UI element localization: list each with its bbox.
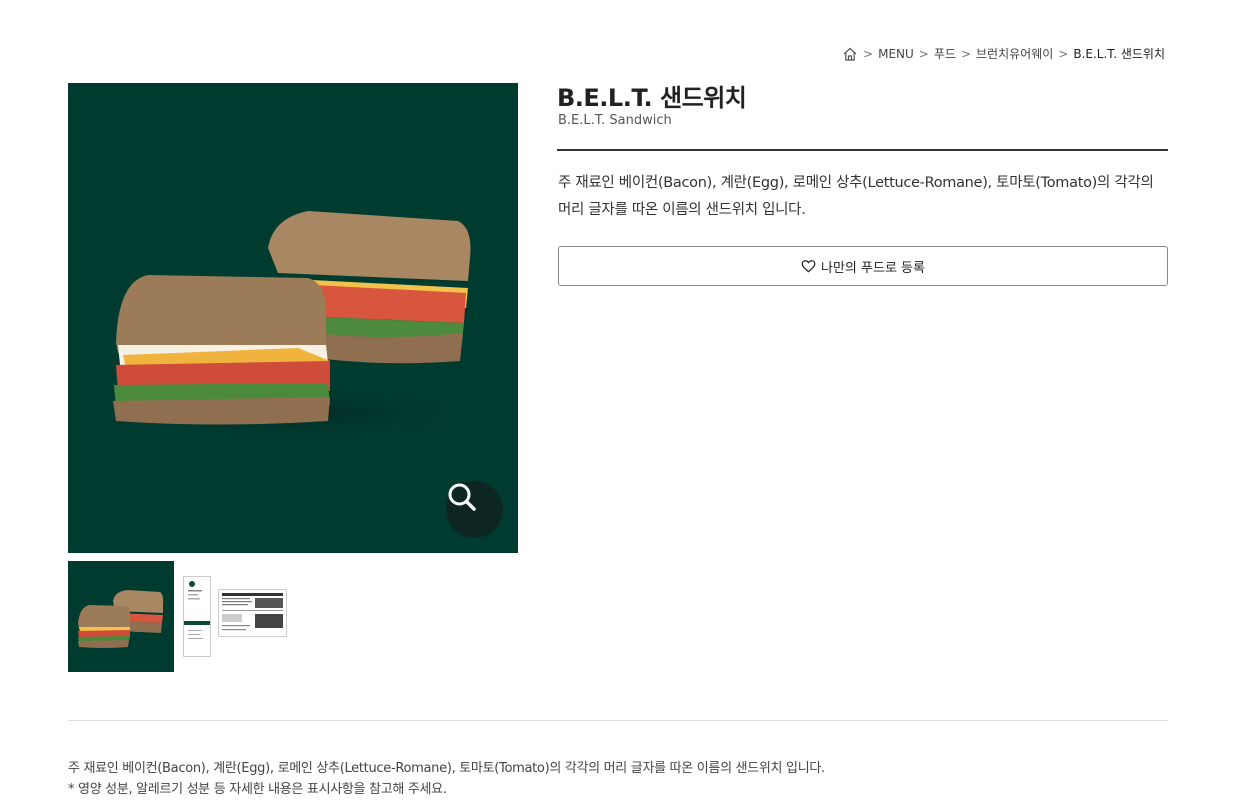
- thumbnail-nutrition-label[interactable]: [218, 589, 287, 637]
- home-icon[interactable]: [842, 46, 858, 62]
- breadcrumb-menu[interactable]: MENU: [878, 47, 914, 61]
- thumbnail-product-photo[interactable]: [68, 561, 174, 672]
- label-thumbnail-image: [184, 581, 210, 639]
- breadcrumb-separator-icon: >: [863, 46, 874, 61]
- title-divider: [557, 149, 1168, 151]
- zoom-button[interactable]: [446, 481, 503, 538]
- breadcrumb-current: B.E.L.T. 샌드위치: [1073, 47, 1165, 61]
- breadcrumb-food[interactable]: 푸드: [934, 45, 956, 62]
- breadcrumb-separator-icon: >: [918, 46, 929, 61]
- product-main-image: [68, 83, 518, 553]
- add-to-my-food-label: 나만의 푸드로 등록: [821, 260, 925, 276]
- breadcrumb-separator-icon: >: [1058, 46, 1069, 61]
- section-divider: [68, 720, 1168, 721]
- heart-outline-icon: [801, 260, 816, 273]
- sandwich-thumbnail-image: [78, 590, 164, 648]
- breadcrumb-separator-icon: >: [960, 46, 972, 61]
- thumbnail-label-front[interactable]: [183, 576, 211, 657]
- detail-description: 주 재료인 베이컨(Bacon), 계란(Egg), 로메인 상추(Lettuc…: [68, 761, 825, 776]
- add-to-my-food-button[interactable]: 나만의 푸드로 등록: [558, 246, 1168, 286]
- detail-notice: * 영양 성분, 알레르기 성분 등 자세한 내용은 표시사항을 참고해 주세요…: [68, 782, 447, 797]
- breadcrumb: > MENU > 푸드 > 브런치유어웨이 > B.E.L.T. 샌드위치: [842, 45, 1165, 62]
- product-subtitle: B.E.L.T. Sandwich: [558, 113, 672, 128]
- nutrition-thumbnail-image: [222, 593, 283, 631]
- product-title: B.E.L.T. 샌드위치: [557, 84, 747, 112]
- search-icon: [448, 483, 476, 511]
- product-description: 주 재료인 베이컨(Bacon), 계란(Egg), 로메인 상추(Lettuc…: [558, 175, 1154, 218]
- product-detail-notes: 주 재료인 베이컨(Bacon), 계란(Egg), 로메인 상추(Lettuc…: [68, 758, 1168, 800]
- breadcrumb-brunch[interactable]: 브런치유어웨이: [976, 45, 1053, 62]
